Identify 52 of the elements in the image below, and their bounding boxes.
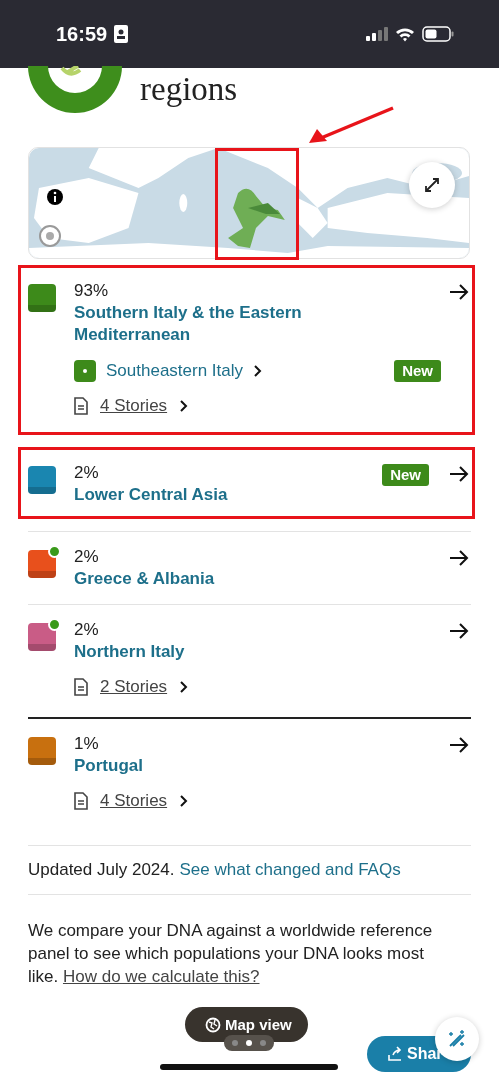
chevron-icon: [179, 794, 190, 808]
region-percent: 2%: [74, 619, 100, 641]
region-name[interactable]: Southern Italy & the Eastern Mediterranean: [74, 302, 334, 346]
document-icon: [74, 397, 88, 415]
map-view-button[interactable]: Map view: [185, 1007, 308, 1042]
arrow-right-icon[interactable]: [449, 622, 469, 640]
stories-link[interactable]: 2 Stories: [100, 677, 168, 697]
chevron-icon: [179, 680, 190, 694]
updated-note: Updated July 2024.: [28, 860, 175, 880]
subregion-icon: [74, 360, 96, 382]
subregion-link[interactable]: Southeastern Italy: [106, 361, 244, 381]
document-icon: [74, 792, 88, 810]
region-percent: 93%: [74, 280, 110, 302]
region-percent: 2%: [74, 546, 100, 568]
signal-icon: [366, 27, 388, 41]
wifi-icon: [395, 26, 415, 42]
arrow-right-icon[interactable]: [449, 549, 469, 567]
document-icon: [74, 678, 88, 696]
expand-icon: [422, 175, 442, 195]
share-icon: [387, 1046, 403, 1062]
page-title: regions: [140, 73, 238, 109]
donut-icon: [28, 66, 122, 114]
arrow-right-icon[interactable]: [449, 465, 469, 483]
region-name[interactable]: Northern Italy: [74, 641, 334, 663]
new-badge: New: [382, 464, 429, 486]
description-text: We compare your DNA against a worldwide reference panel to see which populations your DNA looks most like. How do we calculate this?: [28, 920, 434, 988]
region-name[interactable]: Portugal: [74, 755, 334, 777]
page-indicator: [224, 1035, 274, 1051]
globe-icon: [205, 1016, 221, 1033]
arrow-right-icon[interactable]: [449, 283, 469, 301]
id-card-icon: [114, 25, 129, 43]
highlighted-region[interactable]: 93% Southern Italy & the Eastern Mediterranean Southeastern Italy New 4 Stories: [18, 265, 475, 435]
new-badge: New: [394, 360, 441, 382]
region-name[interactable]: Greece & Albania: [74, 568, 334, 590]
region-percent: 1%: [74, 733, 100, 755]
status-time: 16:59: [56, 22, 108, 46]
magic-wand-icon: [447, 1029, 467, 1049]
stories-link[interactable]: 4 Stories: [100, 396, 168, 416]
highlighted-region[interactable]: 2% Lower Central Asia New: [18, 447, 475, 519]
chevron-icon: [179, 399, 190, 413]
chevron-icon: [253, 364, 264, 378]
region-percent: 2%: [74, 462, 100, 484]
arrow-right-icon[interactable]: [449, 736, 469, 754]
region-name[interactable]: Lower Central Asia: [74, 484, 334, 506]
battery-icon: [422, 26, 454, 42]
region-row[interactable]: 2% Northern Italy 2 Stories: [28, 605, 471, 717]
region-row[interactable]: 2% Greece & Albania: [28, 532, 471, 604]
faq-link[interactable]: See what changed and FAQs: [179, 860, 401, 880]
info-icon[interactable]: [44, 186, 66, 208]
region-row[interactable]: 1% Portugal 4 Stories: [28, 719, 471, 831]
calculation-link[interactable]: How do we calculate this?: [62, 967, 260, 986]
stories-link[interactable]: 4 Stories: [100, 791, 168, 811]
